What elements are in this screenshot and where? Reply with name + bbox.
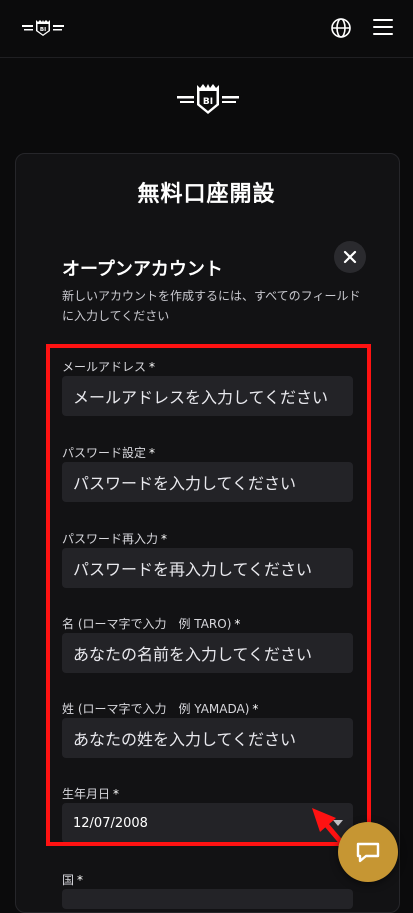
chat-button[interactable]	[338, 822, 398, 882]
top-bar: BI	[0, 0, 413, 58]
country-label-text: 国	[62, 873, 75, 887]
required-mark: *	[77, 873, 84, 887]
highlight-box	[46, 344, 371, 846]
center-logo-text: BI	[203, 97, 213, 107]
page-title: 無料口座開設	[137, 182, 276, 207]
section-title: オープンアカウント	[62, 259, 223, 280]
section-description: 新しいアカウントを作成するには、すべてのフィールドに入力してください	[62, 289, 361, 323]
country-select[interactable]	[62, 889, 353, 909]
center-crest-logo: BI	[177, 84, 239, 114]
chat-bubble-icon	[356, 842, 380, 863]
close-button[interactable]	[334, 241, 366, 273]
logo-text: BI	[40, 27, 46, 33]
bi-crest-logo[interactable]: BI	[22, 17, 64, 37]
globe-icon[interactable]	[330, 17, 352, 39]
hamburger-icon[interactable]	[373, 18, 393, 36]
country-label: 国 *	[62, 871, 83, 888]
close-icon	[343, 250, 357, 264]
